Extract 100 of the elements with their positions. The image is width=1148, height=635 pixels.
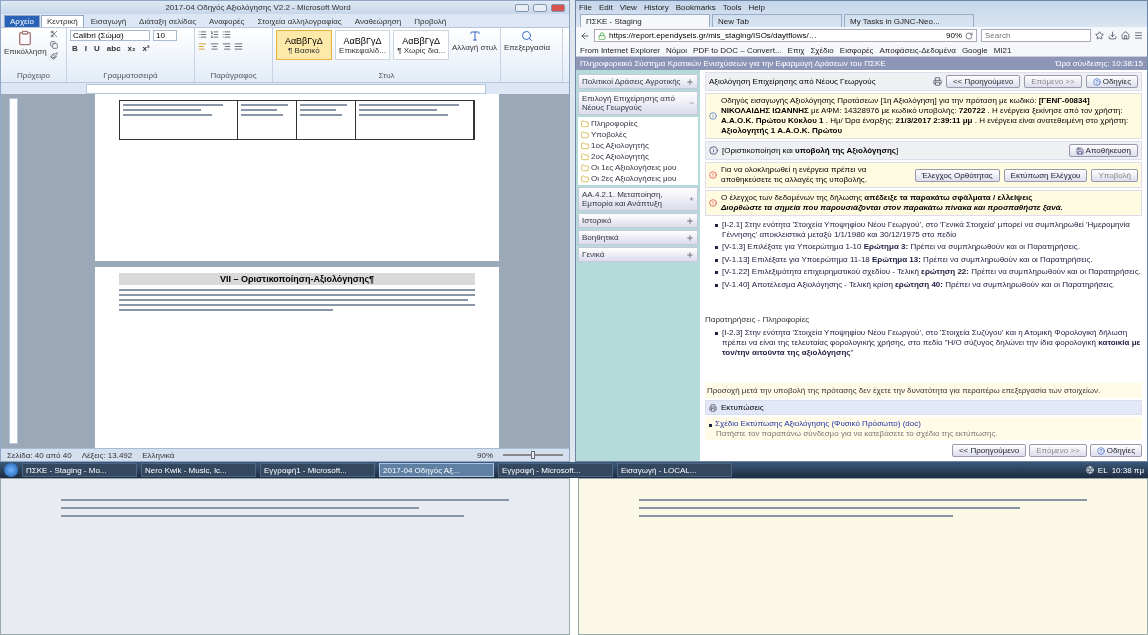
menu-item[interactable]: View xyxy=(619,2,637,12)
status-text: Σελίδα: 40 από 40 xyxy=(7,450,72,460)
page-title: Αξιολόγηση Επιχείρησης από Νέους Γεωργούς xyxy=(709,77,877,86)
bookmark[interactable]: Εισφορές xyxy=(839,45,874,55)
expand-icon xyxy=(688,195,694,203)
paste-button[interactable]: Επικόλληση xyxy=(4,30,47,56)
menu-item[interactable]: File xyxy=(579,2,592,12)
previous-button[interactable]: << Προηγούμενο xyxy=(951,444,1027,457)
error-item: [V-1.22] Επιλεξιμότητα επιχειρηματικού σχεδίου - Τελική ερώτηση 22: Πρέπει να συμπληρωθούν και οι Παρατηρήσεις. xyxy=(722,267,1141,277)
minimize-button[interactable] xyxy=(515,3,529,12)
change-styles-button[interactable]: Αλλαγή στυλ xyxy=(452,30,497,52)
bookmark[interactable]: Επιχ xyxy=(787,45,805,55)
download-icon xyxy=(1108,31,1117,40)
sidebar-section[interactable]: Επιλογή Επιχείρησης από Νέους Γεωργούς xyxy=(578,91,698,115)
save-button[interactable]: Αποθήκευση xyxy=(1068,144,1138,157)
sidebar-item[interactable]: Οι 2ες Αξιολογήσεις μου xyxy=(581,174,695,183)
browser-tab[interactable]: ΠΣΚΕ - Staging xyxy=(580,14,710,27)
save-icon xyxy=(1075,146,1084,155)
step-title: [Οριστικοποίηση και υποβολή της Αξιολόγησης] xyxy=(722,146,899,155)
menu-item[interactable]: History xyxy=(643,2,669,12)
prints-title: Εκτυπώσεις xyxy=(721,403,765,412)
align-right-icon xyxy=(222,42,231,51)
format-button[interactable]: x² xyxy=(140,44,152,53)
sidebar-section[interactable]: Βοηθητικά xyxy=(578,230,698,245)
font-field[interactable]: Calibri (Σώμα) xyxy=(70,30,150,41)
ribbon-tab[interactable]: Προβολή xyxy=(408,15,453,27)
close-button[interactable] xyxy=(551,3,565,12)
address-field[interactable]: https://report.ependyseis.gr/mis_staging/ISOs/daytflows/… 90% xyxy=(594,29,977,42)
taskbar-item[interactable]: Nero Kwik - Music, Ic... xyxy=(141,463,256,477)
ribbon-tab[interactable]: Αναθεώρηση xyxy=(348,15,408,27)
bookmark[interactable]: From Internet Explorer xyxy=(580,45,661,55)
align-left-icon xyxy=(198,42,207,51)
format-button[interactable]: U xyxy=(92,44,102,53)
bullets-icon xyxy=(198,30,207,39)
sidebar-item[interactable]: 2ος Αξιολογητής xyxy=(581,152,695,161)
bookmark[interactable]: ΜΙ21 xyxy=(993,45,1012,55)
style-name: ¶ Βασικό xyxy=(288,45,320,55)
menu-item[interactable]: Edit xyxy=(598,2,613,12)
format-button[interactable]: B xyxy=(70,44,80,53)
copy-icon xyxy=(49,41,58,49)
expand-icon xyxy=(686,77,694,86)
style-tile[interactable]: ΑαΒβΓγΔ ¶ Χωρίς δια... xyxy=(393,30,449,60)
back-icon xyxy=(580,30,590,41)
bookmark[interactable]: Google xyxy=(961,45,988,55)
action-button[interactable]: Εκτύπωση Ελέγχου xyxy=(1003,168,1088,182)
format-button[interactable]: I xyxy=(82,44,89,53)
sidebar-item[interactable]: Υποβολές xyxy=(581,130,695,139)
sidebar-item[interactable]: Οι 1ες Αξιολογήσεις μου xyxy=(581,163,695,172)
window-title: 2017-04 Οδηγός Αξιολόγησης V2.2 - Microsoft Word xyxy=(164,3,352,12)
style-tile[interactable]: ΑαΒβΓγΔ Επικεφαλίδ... xyxy=(334,30,391,60)
sidebar-section[interactable]: ΑΑ.4.2.1. Μεταποίηση, Εμπορία και Ανάπτυξη xyxy=(578,187,698,211)
help-button[interactable]: Οδηγίες xyxy=(1085,75,1138,88)
taskbar-item[interactable]: Εισαγωγή - LOCAL... xyxy=(617,463,732,477)
bookmark[interactable]: Αποφάσεις-Δεδομένα xyxy=(879,45,956,55)
zoom-slider-thumb[interactable] xyxy=(531,451,535,459)
sidebar-section[interactable]: Γενικά xyxy=(578,247,698,262)
menu-item[interactable]: Tools xyxy=(722,2,742,12)
group-label: Στυλ xyxy=(377,71,396,80)
sidebar-section[interactable]: Ιστορικό xyxy=(578,213,698,228)
sidebar-section[interactable]: Πολιτικοί Δράσεις Αγροτικής xyxy=(578,74,698,89)
bullet-icon xyxy=(715,332,718,336)
folder-icon xyxy=(581,141,589,150)
ribbon-tab[interactable]: Στοιχεία αλληλογραφίας xyxy=(251,15,348,27)
menu-item[interactable]: Help xyxy=(748,2,765,12)
app-title: Πληροφοριακό Σύστημα Κρατικών Ενισχύσεων για την Εφαρμογή Δράσεων του ΠΣΚΕ xyxy=(580,59,886,68)
style-tile[interactable]: ΑαΒβΓγΔ ¶ Βασικό xyxy=(276,30,332,60)
format-button[interactable]: abc xyxy=(104,44,123,53)
bullet-icon xyxy=(715,258,718,262)
bookmark[interactable]: Νόμοι xyxy=(666,45,688,55)
bookmark[interactable]: PDF to DOC – Convert... xyxy=(693,45,782,55)
ribbon-tab[interactable]: Κεντρική xyxy=(40,15,84,27)
menu-item[interactable]: Bookmarks xyxy=(675,2,716,12)
network-icon xyxy=(1085,466,1094,474)
style-sample: ΑαΒβΓγΔ xyxy=(343,35,382,46)
bookmark[interactable]: Σχέδιο xyxy=(810,45,834,55)
taskbar-item[interactable]: Εγγραφή - Microsoft... xyxy=(498,463,613,477)
search-field[interactable]: Search xyxy=(981,29,1091,42)
sidebar-item[interactable]: 1ος Αξιολογητής xyxy=(581,141,695,150)
editing-button[interactable]: Επεξεργασία xyxy=(504,30,551,52)
start-button[interactable] xyxy=(4,463,18,477)
format-button[interactable]: x₂ xyxy=(125,44,138,53)
help-icon xyxy=(1092,77,1101,86)
list-icon xyxy=(222,30,231,39)
action-button[interactable]: Έλεγχος Ορθότητας xyxy=(914,168,1000,182)
taskbar-item[interactable]: ΠΣΚΕ - Staging - Mo... xyxy=(22,463,137,477)
print-link[interactable]: Σχέδιο Εκτύπωσης Αξιολόγησης (Φυσικό Πρόσωπο) (doc) xyxy=(715,419,921,428)
ribbon-tab[interactable]: Αρχείο xyxy=(4,15,40,27)
taskbar-item[interactable]: 2017-04 Οδηγός Αξ... xyxy=(379,463,494,477)
bullet-icon xyxy=(715,283,718,287)
ribbon-tab[interactable]: Διάταξη σελίδας xyxy=(133,15,202,27)
font-size-field[interactable]: 10 xyxy=(153,30,177,41)
maximize-button[interactable] xyxy=(533,3,547,12)
group-label: Παράγραφος xyxy=(209,71,258,80)
bullet-icon xyxy=(709,424,712,427)
previous-button[interactable]: << Προηγούμενο xyxy=(945,75,1021,88)
sidebar-item[interactable]: Πληροφορίες xyxy=(581,119,695,128)
ribbon-tab[interactable]: Εισαγωγή xyxy=(84,15,133,27)
taskbar-item[interactable]: Εγγραφή1 - Microsoft... xyxy=(260,463,375,477)
ribbon-tab[interactable]: Αναφορές xyxy=(203,15,251,27)
help-button[interactable]: Οδηγίες xyxy=(1089,444,1142,457)
